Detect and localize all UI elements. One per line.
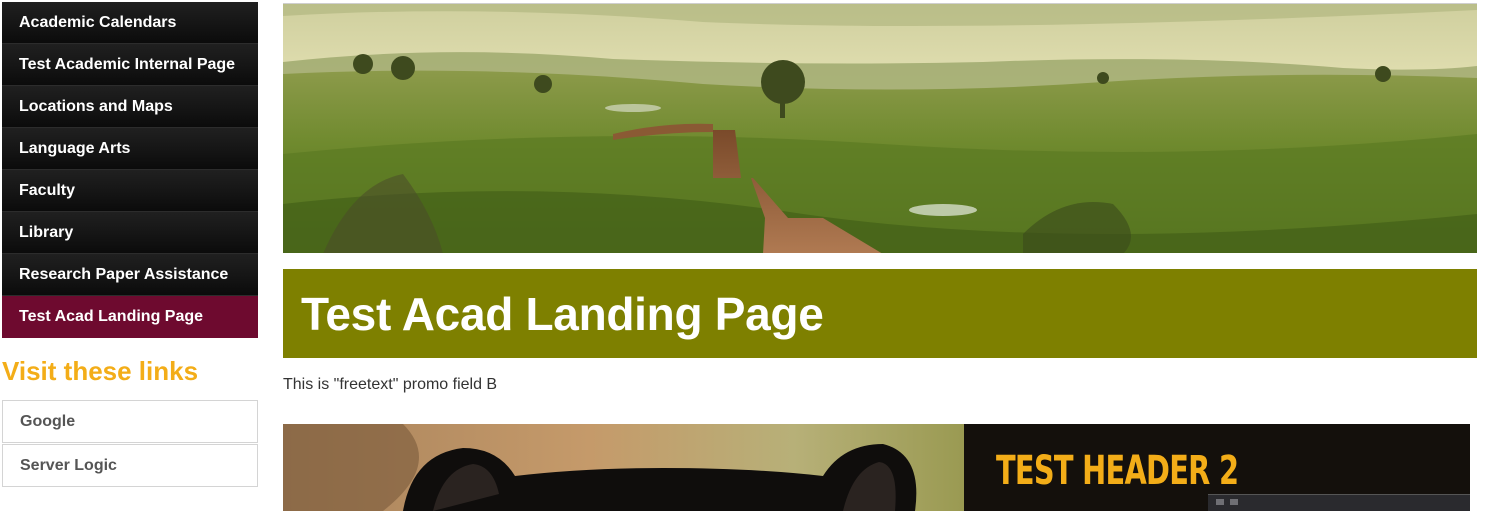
nav-item-faculty[interactable]: Faculty <box>2 170 258 212</box>
nav-item-language-arts[interactable]: Language Arts <box>2 128 258 170</box>
nav-item-academic-calendars[interactable]: Academic Calendars <box>2 2 258 44</box>
link-google[interactable]: Google <box>2 400 258 443</box>
promo-screenshot-thumbnail <box>1208 494 1470 511</box>
links-heading: Visit these links <box>2 356 199 386</box>
nav-item-locations-and-maps[interactable]: Locations and Maps <box>2 86 258 128</box>
page-title-banner: Test Acad Landing Page <box>283 269 1477 358</box>
links-list: Google Server Logic <box>2 400 258 488</box>
hero-banner-image <box>283 3 1477 253</box>
nav-item-test-acad-landing-page[interactable]: Test Acad Landing Page <box>2 296 258 338</box>
page-title: Test Acad Landing Page <box>301 287 824 340</box>
nav-item-research-paper-assistance[interactable]: Research Paper Assistance <box>2 254 258 296</box>
window-dot-icon <box>1230 499 1238 505</box>
nav-item-library[interactable]: Library <box>2 212 258 254</box>
promo-text: This is "freetext" promo field B <box>283 376 498 393</box>
promo-header: TEST HEADER 2 <box>996 448 1239 494</box>
window-dot-icon <box>1216 499 1224 505</box>
sidebar-nav: Academic Calendars Test Academic Interna… <box>2 2 258 338</box>
promo-image <box>283 424 964 511</box>
link-server-logic[interactable]: Server Logic <box>2 444 258 487</box>
nav-item-test-academic-internal-page[interactable]: Test Academic Internal Page <box>2 44 258 86</box>
promo-header-panel: TEST HEADER 2 <box>964 424 1470 511</box>
